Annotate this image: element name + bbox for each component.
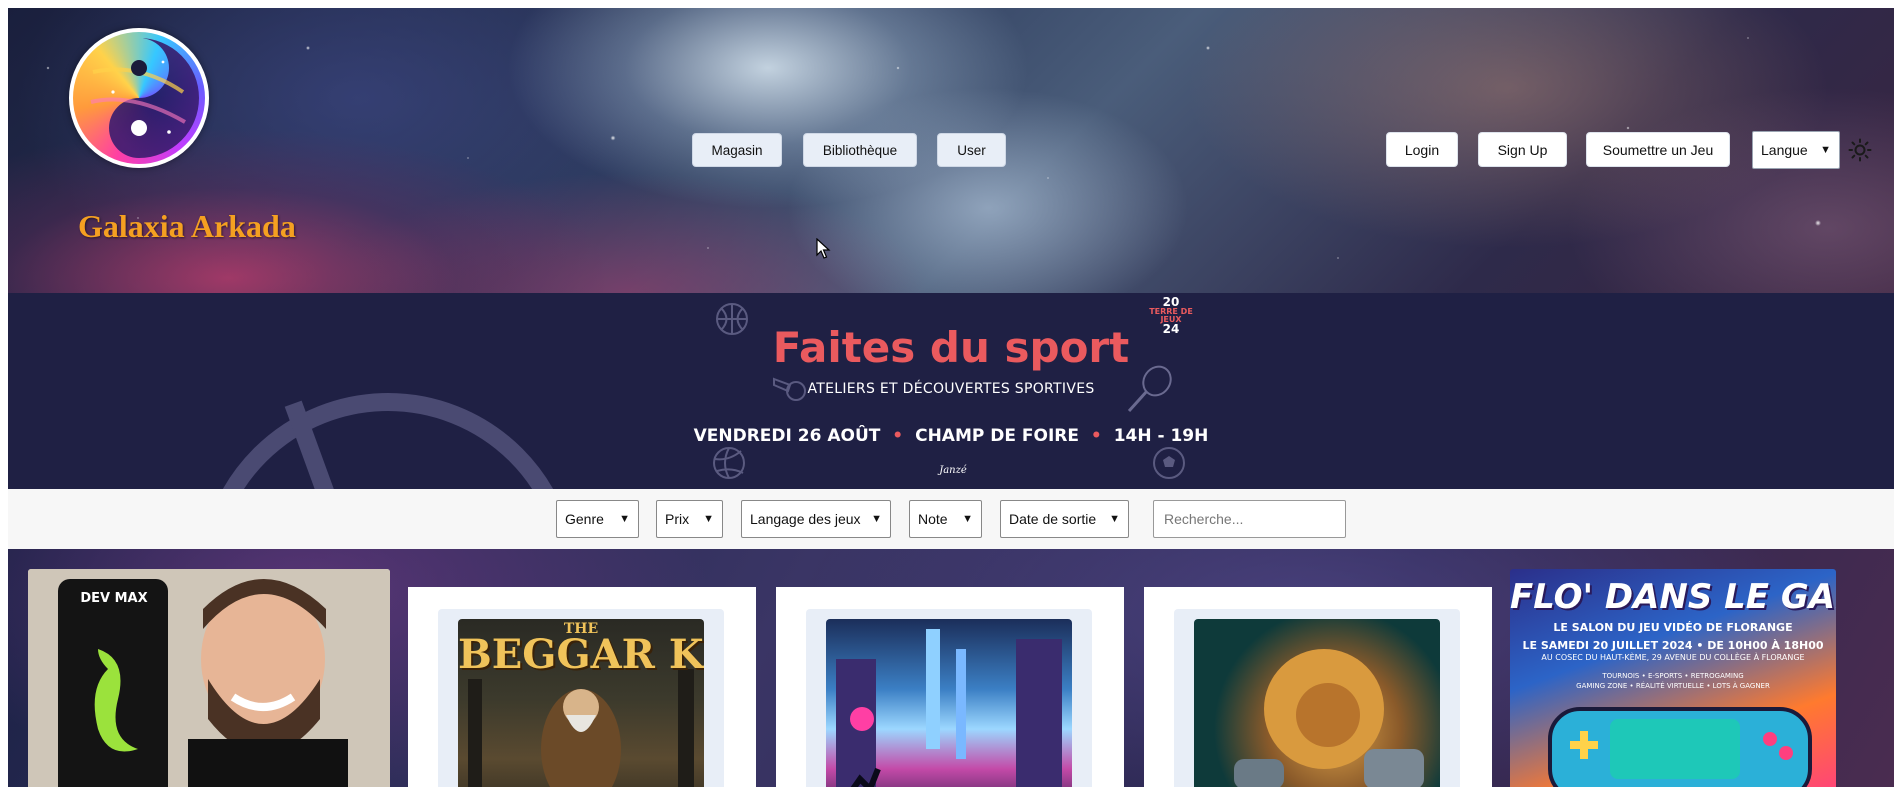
game-card-frame xyxy=(1174,609,1460,787)
game-cover-image xyxy=(1194,619,1440,787)
mouse-cursor-icon xyxy=(816,238,831,259)
language-select[interactable]: Langue ▼ xyxy=(1752,131,1840,169)
genre-filter-select[interactable]: Genre ▼ xyxy=(556,500,639,538)
ad-date: LE SAMEDI 20 JUILLET 2024 • DE 10H00 À 1… xyxy=(1522,639,1824,652)
game-cover-title: BEGGAR KING xyxy=(458,631,704,678)
nav-bibliotheque-button[interactable]: Bibliothèque xyxy=(803,133,917,167)
game-list-area: DEV MAX THE BEGGAR KING xyxy=(8,549,1894,787)
energy-drink-can-label: DEV MAX xyxy=(80,591,148,606)
site-logo[interactable] xyxy=(69,28,209,168)
rating-filter-select[interactable]: Note ▼ xyxy=(909,500,982,538)
chevron-down-icon: ▼ xyxy=(962,513,973,525)
release-date-filter-label: Date de sortie xyxy=(1009,511,1097,527)
ad-subtitle: LE SALON DU JEU VIDÉO DE FLORANGE xyxy=(1553,621,1793,634)
language-filter-select[interactable]: Langage des jeux ▼ xyxy=(741,500,891,538)
chevron-down-icon: ▼ xyxy=(703,513,714,525)
language-filter-label: Langage des jeux xyxy=(750,511,861,527)
site-header: Galaxia Arkada Magasin Bibliothèque User… xyxy=(8,8,1894,293)
banner-title: Faites du sport xyxy=(772,323,1130,372)
ad-address: AU COSEC DU HAUT-KÈME, 29 AVENUE DU COLL… xyxy=(1541,653,1805,662)
banner-event-info: VENDREDI 26 AOÛT • CHAMP DE FOIRE • 14H … xyxy=(8,426,1894,446)
ad-tags: TOURNOIS • E-SPORTS • RETROGAMING GAMING… xyxy=(1510,671,1836,691)
game-console-icon xyxy=(1548,707,1812,787)
flo-dans-le-game-ad[interactable]: FLO' DANS LE GAME LE SALON DU JEU VIDÉO … xyxy=(1510,569,1836,787)
page: Galaxia Arkada Magasin Bibliothèque User… xyxy=(8,8,1894,787)
banner-place: CHAMP DE FOIRE xyxy=(915,426,1079,446)
banner-subtitle: ATELIERS ET DÉCOUVERTES SPORTIVES xyxy=(807,381,1095,397)
energy-drink-ad[interactable]: DEV MAX xyxy=(28,569,390,787)
login-button[interactable]: Login xyxy=(1386,132,1458,167)
nav-user-button[interactable]: User xyxy=(937,133,1006,167)
game-card[interactable] xyxy=(1144,587,1492,787)
game-card-frame xyxy=(806,609,1092,787)
chevron-down-icon: ▼ xyxy=(619,513,630,525)
ad-title: FLO' DANS LE GAME xyxy=(1510,577,1836,617)
banner-separator: • xyxy=(892,426,904,446)
banner-date: VENDREDI 26 AOÛT xyxy=(693,426,881,446)
site-title: Galaxia Arkada xyxy=(78,208,296,244)
price-filter-label: Prix xyxy=(665,511,690,527)
volleyball-icon xyxy=(713,447,745,479)
game-card[interactable]: THE BEGGAR KING xyxy=(408,587,756,787)
chevron-down-icon: ▼ xyxy=(1109,513,1120,525)
game-cover-art xyxy=(1234,649,1424,787)
nav-magasin-button[interactable]: Magasin xyxy=(692,133,782,167)
event-banner[interactable]: 20 TERRE DE JEUX 24 Faites du sport ATEL… xyxy=(8,293,1894,489)
yin-yang-galaxy-icon xyxy=(90,38,199,158)
filter-bar: Genre ▼ Prix ▼ Langage des jeux ▼ Note ▼… xyxy=(8,489,1894,549)
game-card[interactable] xyxy=(776,587,1124,787)
banner-separator: • xyxy=(1090,426,1102,446)
submit-game-button[interactable]: Soumettre un Jeu xyxy=(1586,132,1730,167)
signup-button[interactable]: Sign Up xyxy=(1478,132,1567,167)
game-cover-image: THE BEGGAR KING xyxy=(458,619,704,787)
banner-time: 14H - 19H xyxy=(1113,426,1209,446)
release-date-filter-select[interactable]: Date de sortie ▼ xyxy=(1000,500,1129,538)
chevron-down-icon: ▼ xyxy=(1820,144,1831,156)
genre-filter-label: Genre xyxy=(565,511,604,527)
game-card-frame: THE BEGGAR KING xyxy=(438,609,724,787)
language-select-value: Langue xyxy=(1761,142,1808,158)
chevron-down-icon: ▼ xyxy=(871,513,882,525)
sun-icon[interactable] xyxy=(1848,138,1872,162)
price-filter-select[interactable]: Prix ▼ xyxy=(656,500,723,538)
sponsor-logo: Janzé xyxy=(939,465,967,476)
soccer-ball-icon xyxy=(1153,447,1185,479)
search-input[interactable] xyxy=(1153,500,1346,538)
ad-tags-line: TOURNOIS • E-SPORTS • RETROGAMING xyxy=(1602,672,1744,680)
game-cover-image xyxy=(826,619,1072,787)
game-cover-art xyxy=(836,629,1062,787)
rating-filter-label: Note xyxy=(918,511,948,527)
